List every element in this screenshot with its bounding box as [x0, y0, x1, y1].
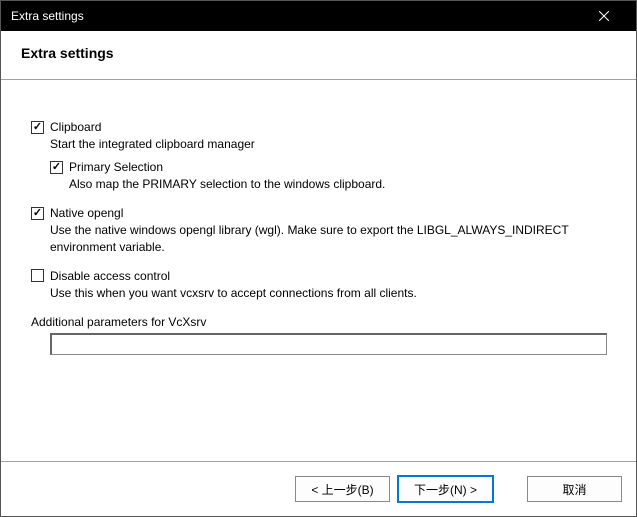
native-opengl-checkbox-row[interactable]: Native opengl	[31, 206, 606, 220]
primary-selection-checkbox[interactable]	[50, 161, 63, 174]
clipboard-description: Start the integrated clipboard manager	[50, 136, 606, 152]
dialog-header: Extra settings	[1, 31, 636, 80]
primary-selection-checkbox-row[interactable]: Primary Selection	[50, 160, 606, 174]
disable-access-control-option: Disable access control Use this when you…	[31, 269, 606, 301]
disable-access-control-checkbox-row[interactable]: Disable access control	[31, 269, 606, 283]
native-opengl-description: Use the native windows opengl library (w…	[50, 222, 606, 254]
titlebar-title: Extra settings	[11, 9, 581, 23]
primary-selection-label: Primary Selection	[69, 160, 163, 174]
next-button[interactable]: 下一步(N) >	[398, 476, 493, 502]
primary-selection-description: Also map the PRIMARY selection to the wi…	[69, 176, 606, 192]
back-button[interactable]: < 上一步(B)	[295, 476, 390, 502]
close-button[interactable]	[581, 1, 626, 31]
additional-params-block: Additional parameters for VcXsrv	[31, 315, 606, 355]
primary-selection-option: Primary Selection Also map the PRIMARY s…	[50, 160, 606, 192]
native-opengl-label: Native opengl	[50, 206, 123, 220]
native-opengl-checkbox[interactable]	[31, 207, 44, 220]
close-icon	[599, 11, 609, 21]
clipboard-label: Clipboard	[50, 120, 101, 134]
disable-access-control-checkbox[interactable]	[31, 269, 44, 282]
button-spacer	[501, 476, 519, 502]
clipboard-checkbox-row[interactable]: Clipboard	[31, 120, 606, 134]
additional-params-input[interactable]	[50, 333, 607, 355]
dialog-window: Extra settings Extra settings Clipboard …	[0, 0, 637, 517]
clipboard-checkbox[interactable]	[31, 121, 44, 134]
dialog-content: Clipboard Start the integrated clipboard…	[1, 80, 636, 461]
titlebar: Extra settings	[1, 1, 636, 31]
disable-access-control-description: Use this when you want vcxsrv to accept …	[50, 285, 606, 301]
cancel-button[interactable]: 取消	[527, 476, 622, 502]
native-opengl-option: Native opengl Use the native windows ope…	[31, 206, 606, 254]
dialog-footer: < 上一步(B) 下一步(N) > 取消	[1, 461, 636, 516]
clipboard-option: Clipboard Start the integrated clipboard…	[31, 120, 606, 192]
page-title: Extra settings	[21, 45, 616, 61]
additional-params-label: Additional parameters for VcXsrv	[31, 315, 606, 329]
disable-access-control-label: Disable access control	[50, 269, 170, 283]
